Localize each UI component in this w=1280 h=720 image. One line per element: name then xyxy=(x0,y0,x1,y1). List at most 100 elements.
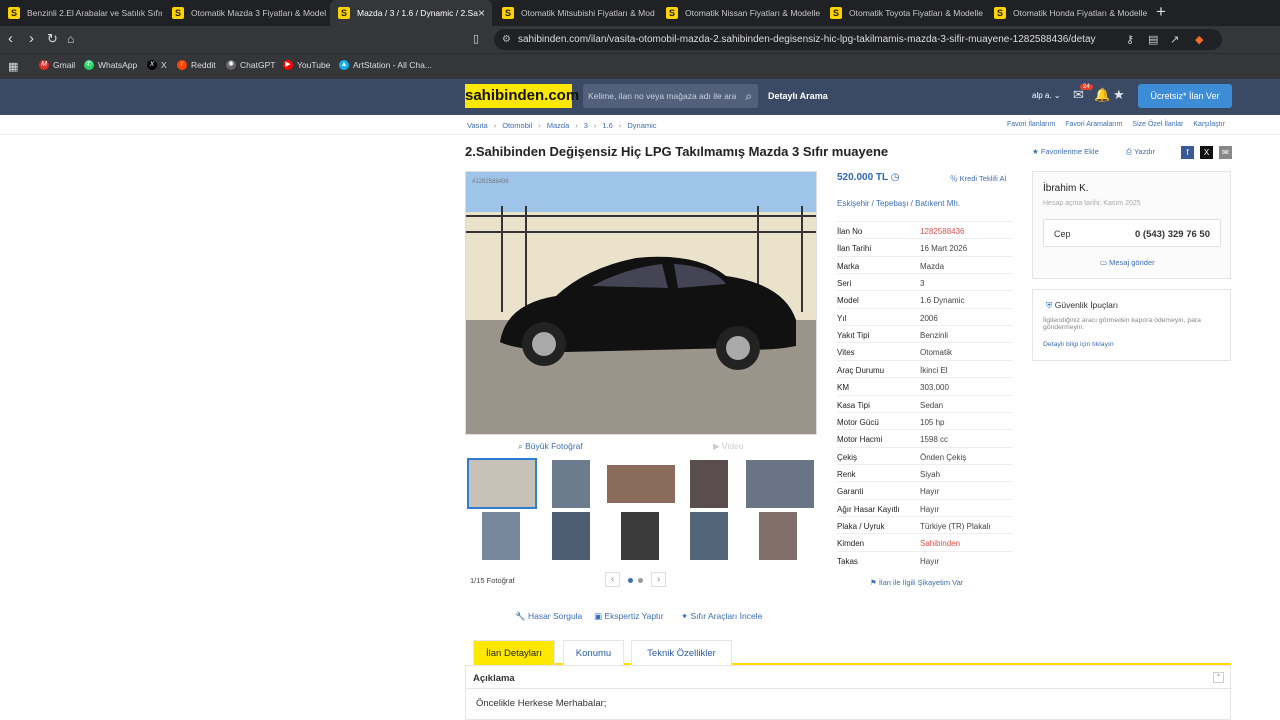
sahibinden-logo[interactable]: sahibinden.com xyxy=(465,84,579,108)
search-icon[interactable]: ⌕ xyxy=(745,84,752,108)
detailed-search-link[interactable]: Detaylı Arama xyxy=(768,91,828,101)
thumbnail[interactable] xyxy=(467,458,537,509)
browser-tab[interactable]: S Otomatik Toyota Fiyatları & Modelle xyxy=(822,0,984,26)
collapse-icon[interactable]: ⌃ xyxy=(1213,672,1224,683)
description-panel: Açıklama ⌃ Öncelikle Herkese Merhabalar; xyxy=(465,665,1232,720)
post-ad-button[interactable]: Ücretsiz* İlan Ver xyxy=(1138,84,1232,108)
location[interactable]: Eskişehir / Tepebaşı / Batıkent Mh. xyxy=(837,199,960,208)
tab-location[interactable]: Konumu xyxy=(563,640,624,665)
thumbnail[interactable] xyxy=(607,465,675,503)
detail-row: Çekiş Önden Çekiş xyxy=(837,446,1013,464)
big-photo-link[interactable]: ⌕ Büyük Fotoğraf xyxy=(518,441,583,452)
detail-row: Yakıt Tipi Benzinli xyxy=(837,325,1013,342)
page-dot[interactable] xyxy=(638,578,643,583)
apps-icon[interactable]: ▦ xyxy=(8,60,18,73)
back-icon[interactable]: ‹ xyxy=(8,31,13,46)
browser-tab[interactable]: S Otomatik Honda Fiyatları & Modelle xyxy=(986,0,1148,26)
home-icon[interactable]: ⌂ xyxy=(67,32,74,46)
compare-link[interactable]: Karşılaştır xyxy=(1193,121,1225,128)
recommended-ads-link[interactable]: Size Özel İlanlar xyxy=(1132,121,1183,128)
thumbnail[interactable] xyxy=(746,460,814,508)
price: 520.000 TL ◷ xyxy=(837,172,900,183)
site-search-input[interactable]: Kelime, ilan no veya mağaza adı ile ara ⌕ xyxy=(583,84,758,108)
complaint-link[interactable]: ⚑ İlan ile İlgili Şikayetim Var xyxy=(870,578,963,587)
close-tab-icon[interactable]: × xyxy=(478,6,485,20)
breadcrumb-link[interactable]: Mazda xyxy=(547,121,570,130)
video-link[interactable]: ▶ Video xyxy=(713,441,744,452)
user-menu[interactable]: alp a. ⌄ xyxy=(1032,91,1061,100)
tab-listing-details[interactable]: İlan Detayları xyxy=(473,640,555,665)
add-favorite-link[interactable]: ★ Favorilerime Ekle xyxy=(1032,147,1099,156)
thumbnail[interactable] xyxy=(552,512,590,560)
detail-label: Garanti xyxy=(837,487,864,497)
security-more-link[interactable]: Detaylı bilgi için tıklayın xyxy=(1043,341,1114,348)
thumbnail[interactable] xyxy=(759,512,797,560)
expertise-link[interactable]: ▣ Ekspertiz Yaptır xyxy=(594,611,664,622)
new-tab-icon[interactable]: + xyxy=(1156,2,1166,22)
page-dot[interactable] xyxy=(628,578,633,583)
thumbnail[interactable] xyxy=(552,460,590,508)
reader-icon[interactable]: ▤ xyxy=(1148,33,1158,46)
bookmark-gmail[interactable]: M Gmail xyxy=(39,60,75,70)
price-history-icon[interactable]: ◷ xyxy=(891,172,900,183)
breadcrumb-link[interactable]: Otomobil xyxy=(502,121,532,130)
send-message-link[interactable]: ▭ Mesaj gönder xyxy=(1100,258,1155,267)
favorites-star-icon[interactable]: ★ xyxy=(1113,87,1125,103)
bookmark-reddit[interactable]: r Reddit xyxy=(177,60,216,70)
notifications-bell-icon[interactable]: 🔔 xyxy=(1094,87,1110,103)
bookmark-whatsapp[interactable]: ✆ WhatsApp xyxy=(84,60,137,70)
browser-tab-active[interactable]: S Mazda / 3 / 1.6 / Dynamic / 2.Sa × xyxy=(330,0,492,26)
reload-icon[interactable]: ↻ xyxy=(47,32,58,46)
email-share-icon[interactable]: ✉ xyxy=(1219,146,1232,159)
tab-technical[interactable]: Teknik Özellikler xyxy=(631,640,732,665)
detail-value: 303.000 xyxy=(920,383,949,393)
detail-row: Ağır Hasar Kayıtlı Hayır xyxy=(837,498,1013,516)
detail-row: Renk Siyah xyxy=(837,463,1013,481)
x-share-icon[interactable]: X xyxy=(1200,146,1213,159)
brave-shield-icon[interactable]: ◆ xyxy=(1195,33,1203,46)
phone-number[interactable]: 0 (543) 329 76 50 xyxy=(1135,229,1210,240)
favorite-searches-link[interactable]: Favori Aramalarım xyxy=(1065,121,1122,128)
browser-tab[interactable]: S Otomatik Mazda 3 Fiyatları & Modelle xyxy=(164,0,326,26)
favorite-ads-link[interactable]: Favori İlanlarım xyxy=(1007,121,1055,128)
credit-offer-link[interactable]: ％ Kredi Teklifi Al xyxy=(950,173,1006,184)
breadcrumb-link[interactable]: Vasıta xyxy=(467,121,488,130)
bookmark-x[interactable]: XX xyxy=(147,60,167,70)
breadcrumb-link[interactable]: Dynamic xyxy=(627,121,656,130)
detail-row: Seri 3 xyxy=(837,273,1013,290)
description-title: Açıklama xyxy=(473,673,515,684)
facebook-share-icon[interactable]: f xyxy=(1181,146,1194,159)
print-link[interactable]: ⎙ Yazdır xyxy=(1126,147,1155,157)
bookmark-icon[interactable]: ▯ xyxy=(473,32,479,46)
damage-query-link[interactable]: 🔧 Hasar Sorgula xyxy=(515,611,582,622)
chevron-right-icon: › xyxy=(618,121,622,130)
detail-value: 3 xyxy=(920,279,925,289)
detail-label: Çekiş xyxy=(837,452,858,462)
thumbnail[interactable] xyxy=(621,512,659,560)
thumbnail[interactable] xyxy=(690,512,728,560)
share-icon[interactable]: ↗ xyxy=(1170,33,1179,46)
bookmark-chatgpt[interactable]: ✺ ChatGPT xyxy=(226,60,275,70)
breadcrumb-link[interactable]: 3 xyxy=(584,121,588,130)
bookmark-artstation[interactable]: ▲ ArtStation - All Cha... xyxy=(339,60,432,70)
forward-icon[interactable]: › xyxy=(29,31,34,46)
thumbnail[interactable] xyxy=(690,460,728,508)
site-info-icon[interactable]: ⚙ xyxy=(502,29,511,50)
new-cars-link[interactable]: ✦ Sıfır Araçları İncele xyxy=(681,611,762,622)
breadcrumb-link[interactable]: 1.6 xyxy=(602,121,612,130)
browser-tab[interactable]: S Otomatik Mitsubishi Fiyatları & Mod xyxy=(494,0,656,26)
main-car-photo[interactable]: #1282588436 xyxy=(465,171,817,435)
chevron-left-icon[interactable]: ‹ xyxy=(605,572,620,587)
detail-value: 105 hp xyxy=(920,417,945,427)
key-icon[interactable]: ⚷ xyxy=(1126,33,1134,46)
bookmark-youtube[interactable]: ▶ YouTube xyxy=(283,60,330,70)
address-field[interactable]: ⚙ sahibinden.com/ilan/vasita-otomobil-maz… xyxy=(494,29,1222,50)
whatsapp-icon: ✆ xyxy=(84,60,94,70)
chevron-right-icon[interactable]: › xyxy=(651,572,666,587)
browser-tab[interactable]: S Otomatik Nissan Fiyatları & Modelle xyxy=(658,0,820,26)
sahibinden-favicon: S xyxy=(8,7,20,19)
detail-row: Vites Otomatik xyxy=(837,342,1013,359)
thumbnail[interactable] xyxy=(482,512,520,560)
browser-tab[interactable]: S Benzinli 2.El Arabalar ve Satılık Sıfır… xyxy=(0,0,162,26)
car-photo-image xyxy=(466,172,816,434)
